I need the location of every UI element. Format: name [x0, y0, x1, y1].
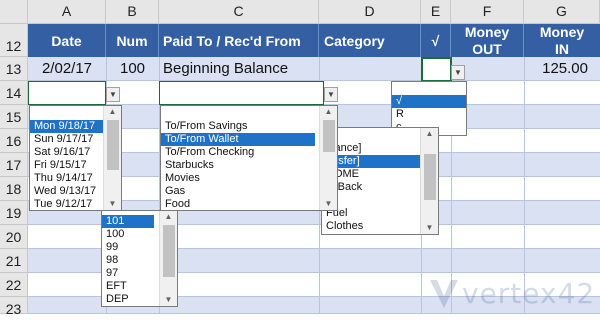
paid-option-5[interactable]: Movies — [161, 172, 337, 185]
select-all-corner[interactable] — [0, 0, 28, 24]
column-header-g[interactable]: G — [524, 0, 600, 24]
header-paid-to: Paid To / Rec'd From — [159, 24, 319, 57]
check-cell-active[interactable] — [421, 57, 452, 82]
header-check: √ — [421, 24, 451, 57]
row-header-12[interactable]: 12 — [0, 24, 28, 57]
num-scroll-thumb[interactable] — [163, 225, 175, 277]
date-scroll-thumb[interactable] — [107, 120, 119, 170]
header-money-out-line2: OUT — [472, 40, 502, 57]
column-header-f[interactable]: F — [451, 0, 524, 24]
check-option-2[interactable]: R — [392, 108, 466, 121]
paid-input-row14[interactable] — [159, 81, 324, 105]
paid-option-1[interactable]: To/From Savings — [161, 120, 337, 133]
cell-num-row13[interactable]: 100 — [106, 57, 159, 81]
cell-paid-row13[interactable]: Beginning Balance — [159, 57, 319, 81]
date-option-1[interactable]: Mon 9/18/17 — [30, 120, 104, 133]
check-option-1[interactable]: √ — [392, 95, 466, 108]
column-header-a[interactable]: A — [28, 0, 106, 24]
row-header-16[interactable]: 16 — [0, 129, 28, 153]
scroll-down-icon[interactable]: ▼ — [320, 198, 337, 210]
column-header-d[interactable]: D — [319, 0, 421, 24]
scroll-down-icon[interactable]: ▼ — [104, 198, 121, 210]
scroll-down-icon[interactable]: ▼ — [421, 222, 438, 234]
watermark-text: vertex42 — [462, 277, 596, 310]
date-dropdown-list[interactable]: Mon 9/18/17 Sun 9/17/17 Sat 9/16/17 Fri … — [29, 105, 122, 211]
category-scroll-thumb[interactable] — [424, 154, 436, 200]
header-category: Category — [319, 24, 421, 57]
category-dropdown-list[interactable]: alance] ansfer] COME id Back od Fuel Clo… — [321, 127, 439, 235]
row-header-21[interactable]: 21 — [0, 249, 28, 273]
num-option-1[interactable]: 101 — [102, 215, 154, 228]
grid-line — [524, 57, 525, 314]
watermark-logo: vertex42 — [428, 278, 598, 312]
num-dropdown-list[interactable]: 101 100 99 98 97 EFT DEP ▲ ▼ — [101, 210, 178, 307]
paid-option-7[interactable]: Food — [161, 198, 337, 210]
paid-dropdown-list[interactable]: To/From Savings To/From Wallet To/From C… — [160, 105, 338, 211]
paid-scroll-thumb[interactable] — [323, 120, 335, 152]
scroll-up-icon[interactable]: ▲ — [421, 128, 438, 140]
row-header-14[interactable]: 14 — [0, 81, 28, 105]
date-dropdown-button[interactable]: ▼ — [106, 87, 120, 102]
header-money-in-line1: Money — [539, 23, 585, 40]
check-dropdown-button[interactable]: ▼ — [451, 65, 465, 80]
paid-dropdown-button[interactable]: ▼ — [324, 87, 338, 102]
header-money-in: Money IN — [524, 24, 600, 57]
row-header-15[interactable]: 15 — [0, 105, 28, 129]
column-header-b[interactable]: B — [106, 0, 159, 24]
paid-option-2[interactable]: To/From Wallet — [161, 133, 315, 146]
header-money-out: Money OUT — [451, 24, 524, 57]
column-header-c[interactable]: C — [159, 0, 319, 24]
header-date: Date — [28, 24, 106, 57]
paid-scrollbar[interactable]: ▲ ▼ — [319, 106, 337, 210]
header-num: Num — [106, 24, 159, 57]
date-scrollbar[interactable]: ▲ ▼ — [103, 106, 121, 210]
cell-money-in-row13[interactable]: 125.00 — [524, 57, 600, 81]
row-header-20[interactable]: 20 — [0, 225, 28, 249]
column-header-e[interactable]: E — [421, 0, 451, 24]
row-header-17[interactable]: 17 — [0, 153, 28, 177]
row-header-19[interactable]: 19 — [0, 201, 28, 225]
paid-option-4[interactable]: Starbucks — [161, 159, 337, 172]
paid-option-6[interactable]: Gas — [161, 185, 337, 198]
num-scrollbar[interactable]: ▲ ▼ — [159, 211, 177, 306]
paid-option-3[interactable]: To/From Checking — [161, 146, 337, 159]
scroll-up-icon[interactable]: ▲ — [320, 106, 337, 118]
scroll-up-icon[interactable]: ▲ — [104, 106, 121, 118]
cell-date-row13[interactable]: 2/02/17 — [28, 57, 106, 81]
row-header-13[interactable]: 13 — [0, 57, 28, 81]
row-header-23[interactable]: 23 — [0, 297, 28, 317]
vertex42-logo-icon — [430, 280, 458, 308]
category-scrollbar[interactable]: ▲ ▼ — [420, 128, 438, 234]
date-input-row14[interactable] — [28, 81, 106, 105]
row-header-18[interactable]: 18 — [0, 177, 28, 201]
row-header-22[interactable]: 22 — [0, 273, 28, 297]
scroll-down-icon[interactable]: ▼ — [160, 294, 177, 306]
header-money-in-line2: IN — [555, 40, 569, 57]
header-money-out-line1: Money — [464, 23, 510, 40]
scroll-up-icon[interactable]: ▲ — [160, 211, 177, 223]
